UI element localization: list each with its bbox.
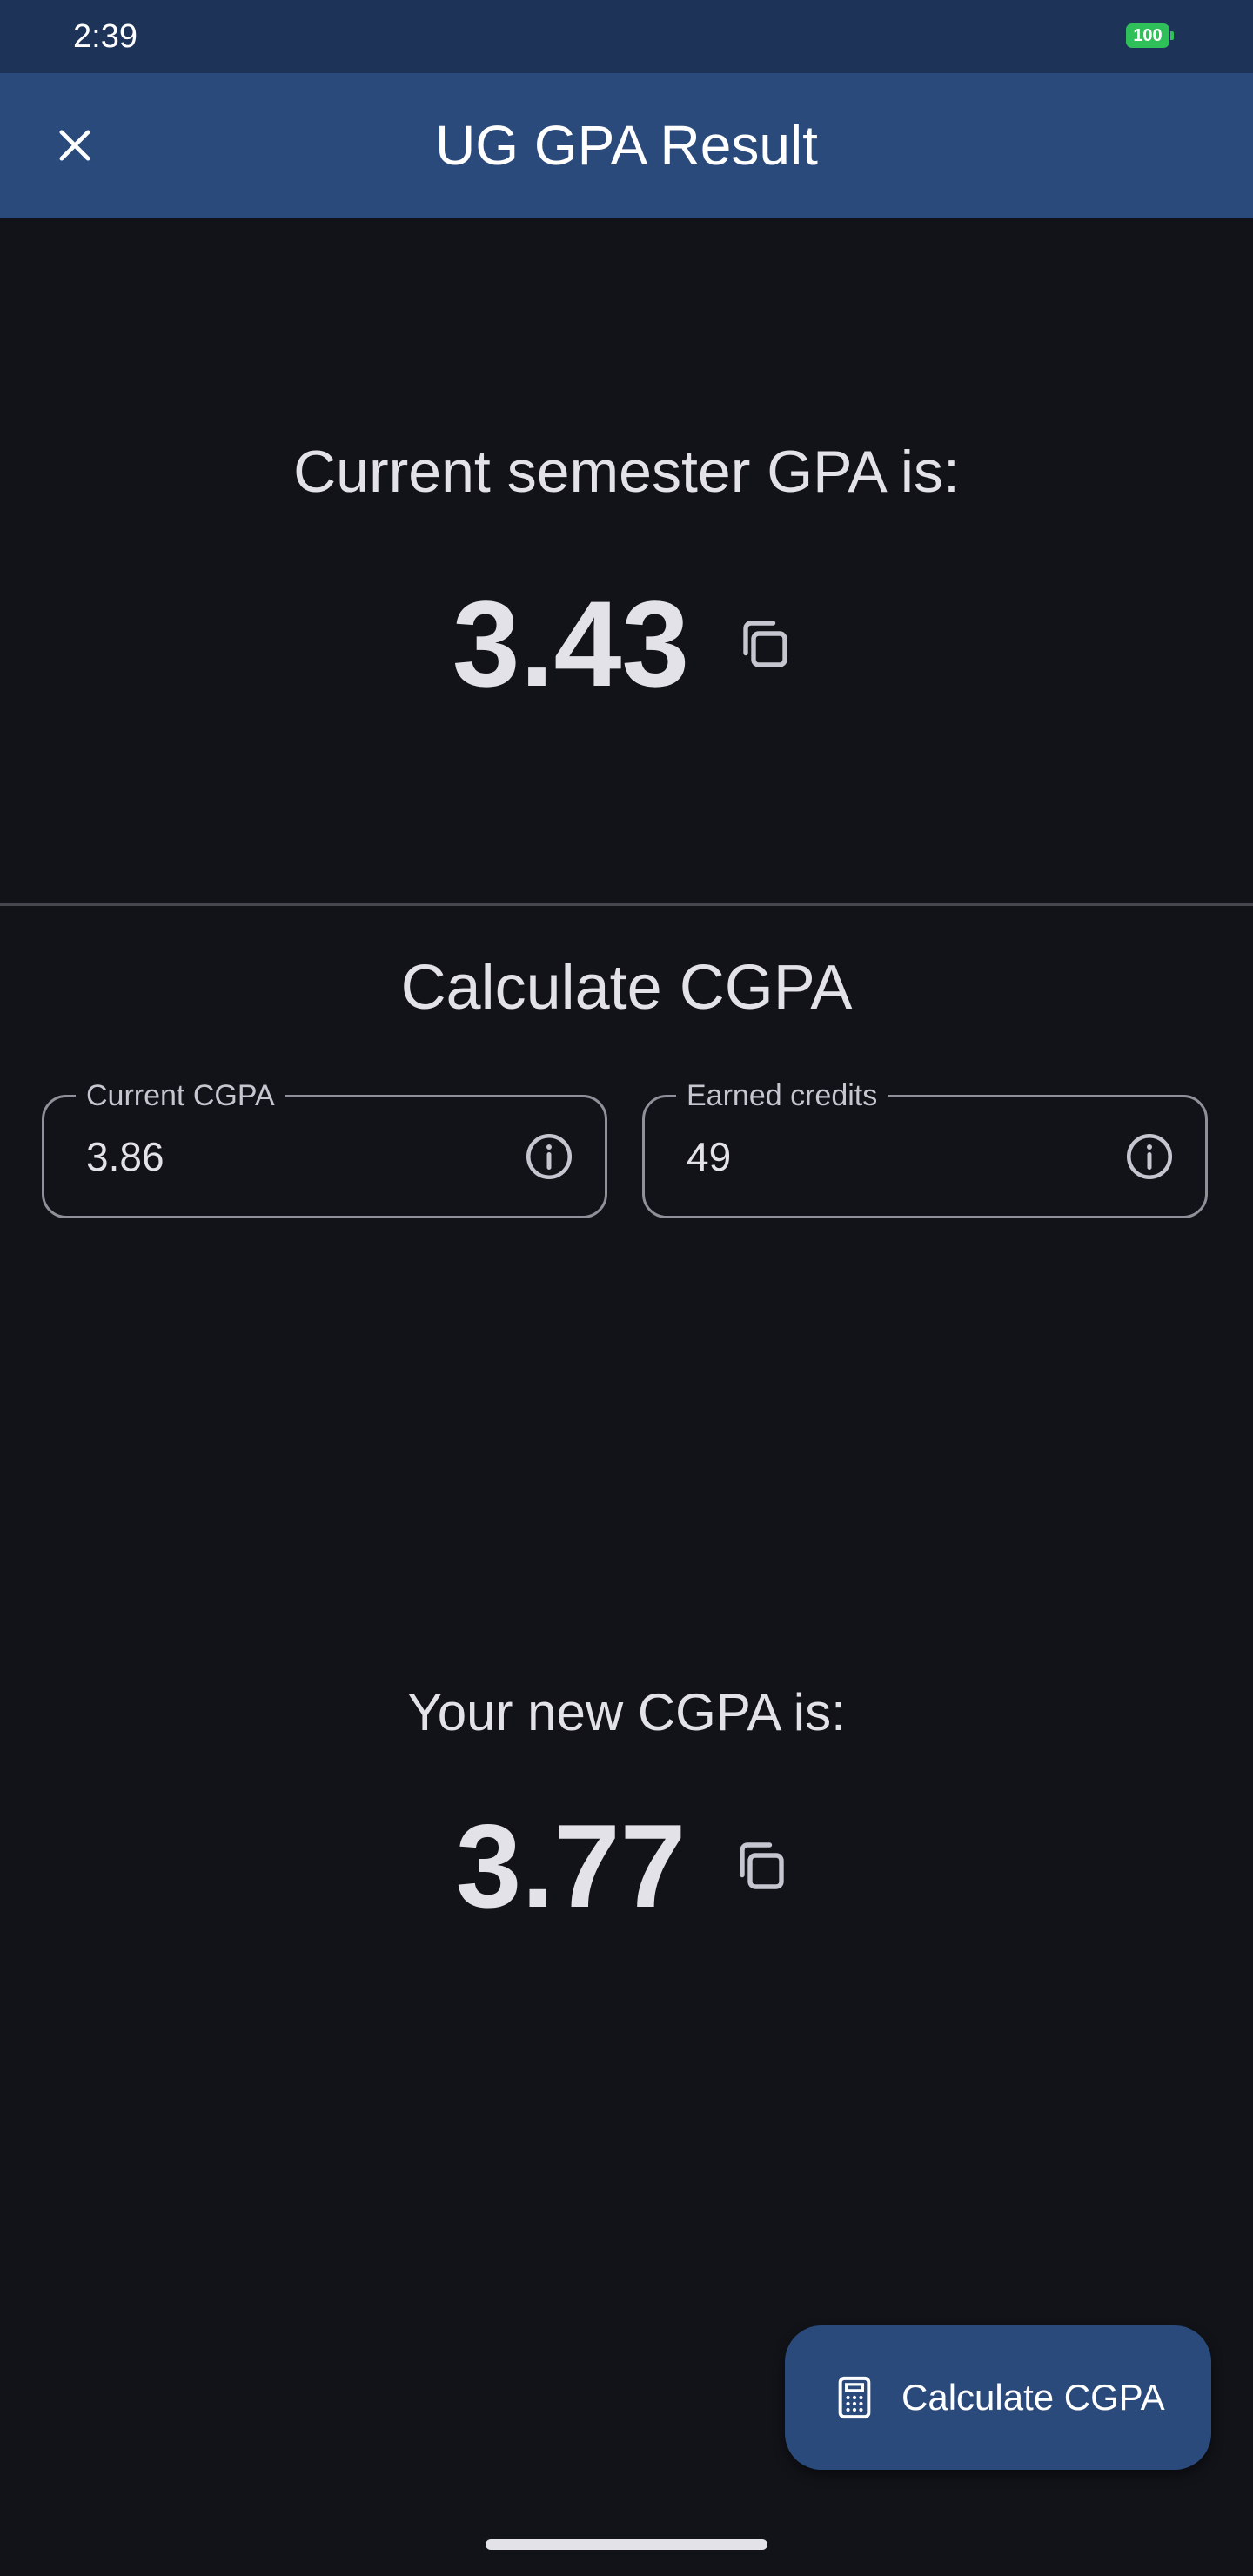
home-indicator[interactable] — [486, 2539, 767, 2550]
copy-new-cgpa-button[interactable] — [724, 1829, 797, 1902]
battery-icon: 100 — [1126, 23, 1174, 48]
close-icon — [59, 130, 90, 161]
current-cgpa-input[interactable] — [86, 1097, 486, 1216]
earned-credits-field: Earned credits — [642, 1077, 1208, 1218]
calculator-icon — [830, 2373, 879, 2422]
info-icon — [1127, 1134, 1172, 1179]
current-cgpa-field: Current CGPA — [42, 1077, 607, 1218]
battery-tip — [1170, 31, 1174, 40]
new-cgpa-heading: Your new CGPA is: — [407, 1683, 846, 1741]
section-divider — [0, 903, 1253, 906]
app-bar: UG GPA Result — [0, 73, 1253, 218]
new-cgpa-row: 3.77 — [0, 1796, 1253, 1935]
current-cgpa-info-button[interactable] — [518, 1125, 580, 1188]
calculate-cgpa-button[interactable]: Calculate CGPA — [785, 2325, 1211, 2470]
battery-level: 100 — [1126, 23, 1169, 48]
earned-credits-info-button[interactable] — [1118, 1125, 1181, 1188]
close-button[interactable] — [38, 109, 111, 182]
status-bar: 2:39 100 — [0, 0, 1253, 73]
screen: 2:39 100 UG GPA Result Current semester … — [0, 0, 1253, 2576]
copy-icon — [743, 621, 787, 667]
info-icon — [526, 1134, 572, 1179]
earned-credits-input[interactable] — [687, 1097, 1087, 1216]
status-time: 2:39 — [73, 18, 137, 55]
semester-gpa-heading: Current semester GPA is: — [293, 439, 960, 505]
semester-gpa-value: 3.43 — [452, 575, 690, 712]
page-title: UG GPA Result — [435, 114, 818, 177]
calculate-cgpa-label: Calculate CGPA — [901, 2377, 1165, 2418]
semester-gpa-row: 3.43 — [0, 574, 1253, 714]
copy-icon — [740, 1842, 785, 1889]
calculate-cgpa-heading: Calculate CGPA — [400, 953, 853, 1023]
copy-semester-gpa-button[interactable] — [727, 607, 801, 681]
new-cgpa-value: 3.77 — [455, 1800, 687, 1932]
